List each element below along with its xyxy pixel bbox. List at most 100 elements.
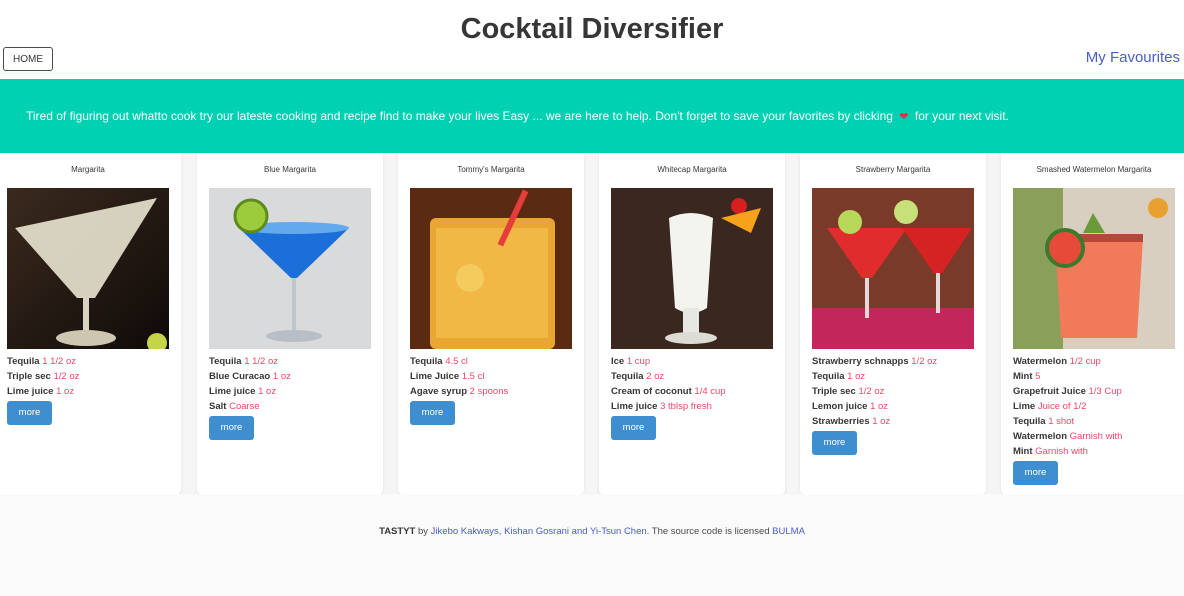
ingredient-item: Ice 1 cup bbox=[611, 354, 779, 369]
ingredient-name: Lime juice bbox=[7, 386, 54, 397]
ingredient-item: Lime Juice 1.5 cl bbox=[410, 369, 578, 384]
ingredient-name: Cream of coconut bbox=[611, 386, 692, 397]
ingredient-item: Strawberry schnapps 1/2 oz bbox=[812, 354, 980, 369]
cocktail-name: Smashed Watermelon Margarita bbox=[1036, 165, 1152, 174]
ingredient-list: Watermelon 1/2 cup Mint 5 Grapefruit Juice… bbox=[1013, 354, 1181, 485]
margarita-photo bbox=[7, 188, 169, 349]
ingredient-name: Ice bbox=[611, 356, 625, 367]
footer-text: TASTYT by Jikebo Kakways, Kishan Gosrani… bbox=[0, 526, 1184, 537]
smashed-watermelon-margarita-photo bbox=[1013, 188, 1175, 349]
ingredient-item: Tequila 1 1/2 oz bbox=[209, 354, 377, 369]
ingredient-measure: 3 tblsp fresh bbox=[660, 401, 712, 412]
ingredient-measure: 1/2 oz bbox=[858, 386, 885, 397]
ingredient-item: Lemon juice 1 oz bbox=[812, 399, 980, 414]
strawberry-margarita-photo bbox=[812, 188, 974, 349]
ingredient-measure: 5 bbox=[1035, 371, 1041, 382]
ingredient-measure: 1 oz bbox=[847, 371, 866, 382]
hero-text: Tired of figuring out whatto cook try ou… bbox=[26, 109, 1009, 123]
ingredient-measure: 1 shot bbox=[1048, 416, 1075, 427]
ingredient-measure: 1 1/2 oz bbox=[42, 356, 77, 367]
ingredient-name: Tequila bbox=[812, 371, 845, 382]
ingredient-item: Tequila 1 shot bbox=[1013, 414, 1181, 429]
ingredient-item: Tequila 2 oz bbox=[611, 369, 779, 384]
ingredient-measure: 1 oz bbox=[870, 401, 889, 412]
ingredient-item: Watermelon 1/2 cup bbox=[1013, 354, 1181, 369]
ingredient-name: Agave syrup bbox=[410, 386, 468, 397]
whitecap-margarita-photo bbox=[611, 188, 773, 349]
tommys-margarita-photo bbox=[410, 188, 572, 349]
ingredient-name: Grapefruit Juice bbox=[1013, 386, 1086, 397]
header: Cocktail Diversifier HOME My Favourites bbox=[0, 0, 1184, 79]
footer-license-text: . The source code is licensed bbox=[646, 526, 770, 537]
ingredient-measure: 1/2 cup bbox=[1069, 356, 1101, 367]
ingredient-name: Tequila bbox=[7, 356, 40, 367]
ingredient-measure: 1.5 cl bbox=[461, 371, 485, 382]
ingredient-measure: 1/2 oz bbox=[911, 356, 938, 367]
home-button[interactable]: HOME bbox=[3, 47, 53, 71]
ingredient-name: Lime bbox=[1013, 401, 1036, 412]
blue-margarita-photo bbox=[209, 188, 371, 349]
ingredient-measure: 2 oz bbox=[646, 371, 665, 382]
ingredient-name: Watermelon bbox=[1013, 431, 1068, 442]
cocktail-name: Margarita bbox=[71, 165, 105, 174]
ingredient-item: Tequila 4.5 cl bbox=[410, 354, 578, 369]
ingredient-name: Lime juice bbox=[611, 401, 658, 412]
ingredient-measure: Garnish with bbox=[1035, 446, 1088, 457]
page-title: Cocktail Diversifier bbox=[460, 13, 724, 45]
ingredient-item: Strawberries 1 oz bbox=[812, 414, 980, 429]
ingredient-name: Strawberries bbox=[812, 416, 870, 427]
ingredient-item: Tequila 1 oz bbox=[812, 369, 980, 384]
ingredient-measure: 1 oz bbox=[56, 386, 75, 397]
ingredient-item: Grapefruit Juice 1/3 Cup bbox=[1013, 384, 1181, 399]
heart-icon: ❤ bbox=[899, 111, 909, 123]
ingredient-measure: 2 spoons bbox=[469, 386, 509, 397]
ingredient-measure: 1 cup bbox=[626, 356, 651, 367]
cocktail-card: Blue Margarita Tequila 1 1/2 oz Blue Curac… bbox=[197, 153, 383, 494]
ingredient-list: Tequila 1 1/2 oz Triple sec 1/2 oz Lime ju… bbox=[7, 354, 175, 425]
ingredient-item: Lime juice 1 oz bbox=[7, 384, 175, 399]
ingredient-item: Lime juice 1 oz bbox=[209, 384, 377, 399]
more-button[interactable]: more bbox=[209, 416, 254, 440]
more-button[interactable]: more bbox=[812, 431, 857, 455]
ingredient-item: Triple sec 1/2 oz bbox=[7, 369, 175, 384]
ingredient-name: Tequila bbox=[1013, 416, 1046, 427]
cocktail-card: Smashed Watermelon Margarita Watermelon 1… bbox=[1001, 153, 1184, 494]
footer-bulma-link[interactable]: BULMA bbox=[772, 526, 805, 537]
cocktail-card: Tommy's Margarita Tequila 4.5 cl Lime Juic… bbox=[398, 153, 584, 494]
ingredient-item: Lime juice 3 tblsp fresh bbox=[611, 399, 779, 414]
more-button[interactable]: more bbox=[410, 401, 455, 425]
more-button[interactable]: more bbox=[1013, 461, 1058, 485]
ingredient-item: Cream of coconut 1/4 cup bbox=[611, 384, 779, 399]
footer-by: by bbox=[417, 526, 429, 537]
ingredient-name: Lime juice bbox=[209, 386, 256, 397]
ingredient-name: Blue Curacao bbox=[209, 371, 271, 382]
ingredient-measure: Coarse bbox=[229, 401, 260, 412]
ingredient-measure: 1/2 oz bbox=[53, 371, 80, 382]
ingredient-list: Strawberry schnapps 1/2 oz Tequila 1 oz Tr… bbox=[812, 354, 980, 455]
footer-brand: TASTYT bbox=[379, 526, 416, 537]
more-button[interactable]: more bbox=[7, 401, 52, 425]
ingredient-name: Lime Juice bbox=[410, 371, 460, 382]
footer: TASTYT by Jikebo Kakways, Kishan Gosrani… bbox=[0, 494, 1184, 596]
ingredient-measure: Garnish with bbox=[1069, 431, 1123, 442]
cocktail-name: Strawberry Margarita bbox=[855, 165, 931, 174]
ingredient-measure: 4.5 cl bbox=[445, 356, 468, 367]
cocktail-name: Blue Margarita bbox=[263, 165, 317, 174]
more-button[interactable]: more bbox=[611, 416, 656, 440]
cocktail-card: Whitecap Margarita Ice 1 cup Tequila 2 oz C… bbox=[599, 153, 785, 494]
ingredient-measure: 1 oz bbox=[872, 416, 891, 427]
ingredient-item: Mint 5 bbox=[1013, 369, 1181, 384]
ingredient-list: Ice 1 cup Tequila 2 oz Cream of coconut 1/… bbox=[611, 354, 779, 440]
hero-text-before: Tired of figuring out whatto cook try ou… bbox=[26, 109, 893, 123]
ingredient-name: Triple sec bbox=[7, 371, 51, 382]
ingredient-measure: 1/4 cup bbox=[694, 386, 726, 397]
ingredient-name: Tequila bbox=[611, 371, 644, 382]
my-favourites-link[interactable]: My Favourites bbox=[1086, 49, 1180, 66]
cocktail-grid: Margarita Tequila 1 1/2 oz Triple sec 1/2 … bbox=[0, 153, 1184, 494]
ingredient-list: Tequila 1 1/2 oz Blue Curacao 1 oz Lime ju… bbox=[209, 354, 377, 440]
footer-authors-link[interactable]: Jikebo Kakways, Kishan Gosrani and Yi-Ts… bbox=[431, 526, 647, 537]
hero-text-after: for your next visit. bbox=[914, 109, 1009, 123]
cocktail-name: Whitecap Margarita bbox=[657, 165, 727, 174]
ingredient-measure: 1/3 Cup bbox=[1088, 386, 1122, 397]
ingredient-item: Watermelon Garnish with bbox=[1013, 429, 1181, 444]
